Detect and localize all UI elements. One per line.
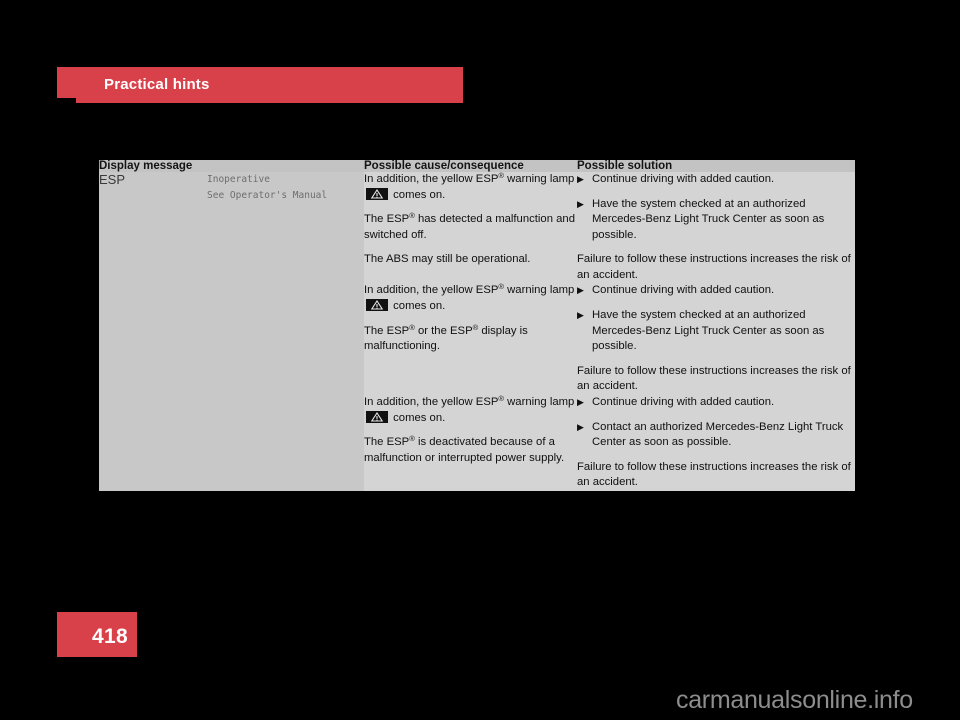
cause-lead-after: warning lamp bbox=[504, 284, 575, 297]
page-number-badge: 418 bbox=[57, 612, 137, 657]
warning-triangle-lamp-icon bbox=[366, 299, 388, 312]
cause-lead-paragraph: In addition, the yellow ESP® warning lam… bbox=[364, 395, 577, 426]
cause-cell: In addition, the yellow ESP® warning lam… bbox=[364, 172, 577, 284]
column-header-possible-solution: Possible solution bbox=[577, 160, 855, 172]
cause-text-before: The ESP bbox=[364, 324, 410, 337]
solution-cell: ▶ Continue driving with added caution. ▶… bbox=[577, 172, 855, 284]
cause-lead-before: In addition, the yellow ESP bbox=[364, 395, 499, 408]
solution-bullet-text: Continue driving with added caution. bbox=[592, 395, 775, 408]
bullet-arrow-icon: ▶ bbox=[577, 421, 584, 432]
display-message-table: Display message Possible cause/consequen… bbox=[99, 160, 855, 491]
bullet-arrow-icon: ▶ bbox=[577, 310, 584, 321]
cause-lead-paragraph: In addition, the yellow ESP® warning lam… bbox=[364, 283, 577, 314]
site-watermark: carmanualsonline.info bbox=[676, 686, 913, 714]
display-message-cell: ESP Inoperative See Operator's Manual bbox=[99, 172, 364, 491]
message-display-text: Inoperative See Operator's Manual bbox=[207, 174, 328, 201]
column-header-display-message: Display message bbox=[99, 160, 364, 172]
cause-lead-tail: comes on. bbox=[393, 188, 446, 201]
solution-bullet-text: Continue driving with added caution. bbox=[592, 173, 775, 185]
cause-text-before: The ESP bbox=[364, 213, 410, 226]
solution-bullet-text: Have the system checked at an authorized… bbox=[592, 309, 825, 353]
bullet-arrow-icon: ▶ bbox=[577, 396, 584, 407]
page-number: 418 bbox=[92, 625, 128, 648]
cause-lead-tail: comes on. bbox=[393, 300, 446, 313]
bullet-arrow-icon: ▶ bbox=[577, 285, 584, 296]
cause-paragraph: The ESP® is deactivated because of a mal… bbox=[364, 435, 577, 466]
solution-warning-note: Failure to follow these instructions inc… bbox=[577, 253, 851, 281]
solution-cell: ▶ Continue driving with added caution. ▶… bbox=[577, 283, 855, 395]
cause-text-mid: or the ESP bbox=[414, 324, 473, 337]
solution-bullet-text: Continue driving with added caution. bbox=[592, 284, 775, 297]
solution-bullet: ▶ Continue driving with added caution. bbox=[577, 283, 855, 299]
cause-lead-paragraph: In addition, the yellow ESP® warning lam… bbox=[364, 172, 577, 203]
solution-bullet: ▶ Have the system checked at an authoriz… bbox=[577, 197, 855, 244]
message-name: ESP bbox=[99, 172, 126, 187]
solution-warning-note: Failure to follow these instructions inc… bbox=[577, 364, 851, 393]
solution-bullet: ▶ Contact an authorized Mercedes-Benz Li… bbox=[577, 420, 855, 451]
cause-lead-before: In addition, the yellow ESP bbox=[364, 284, 499, 297]
table-row: ESP Inoperative See Operator's Manual In… bbox=[99, 172, 855, 491]
cause-lead-tail: comes on. bbox=[393, 411, 446, 424]
solution-bullet-text: Have the system checked at an authorized… bbox=[592, 197, 825, 241]
bullet-arrow-icon: ▶ bbox=[577, 198, 584, 209]
table-header-row: Display message Possible cause/consequen… bbox=[99, 160, 855, 172]
cause-cell: In addition, the yellow ESP® warning lam… bbox=[364, 283, 577, 395]
solution-bullet: ▶ Continue driving with added caution. bbox=[577, 172, 855, 188]
cause-lead-after: warning lamp bbox=[504, 395, 575, 408]
bullet-arrow-icon: ▶ bbox=[577, 174, 584, 184]
cause-text-before: The ESP bbox=[364, 436, 410, 449]
solution-bullet-text: Contact an authorized Mercedes-Benz Ligh… bbox=[592, 420, 844, 449]
chapter-header-notch bbox=[57, 98, 76, 104]
column-header-possible-cause: Possible cause/consequence bbox=[364, 160, 577, 172]
solution-cell: ▶ Continue driving with added caution. ▶… bbox=[577, 394, 855, 491]
cause-lead-before: In addition, the yellow ESP bbox=[364, 173, 499, 185]
solution-bullet: ▶ Have the system checked at an authoriz… bbox=[577, 308, 855, 355]
cause-paragraph: The ESP® has detected a malfunction and … bbox=[364, 212, 577, 243]
cause-cell: In addition, the yellow ESP® warning lam… bbox=[364, 395, 577, 491]
cause-text-before: The ABS may still be operational. bbox=[364, 253, 531, 266]
cause-lead-after: warning lamp bbox=[504, 173, 575, 185]
warning-triangle-lamp-icon bbox=[366, 187, 388, 200]
page-title: Practical hints bbox=[104, 76, 210, 93]
solution-warning-note: Failure to follow these instructions inc… bbox=[577, 460, 851, 489]
cause-paragraph: The ABS may still be operational. bbox=[364, 252, 577, 268]
solution-bullet: ▶ Continue driving with added caution. bbox=[577, 395, 855, 411]
cause-paragraph: The ESP® or the ESP® display is malfunct… bbox=[364, 323, 577, 355]
warning-triangle-lamp-icon bbox=[366, 410, 388, 423]
